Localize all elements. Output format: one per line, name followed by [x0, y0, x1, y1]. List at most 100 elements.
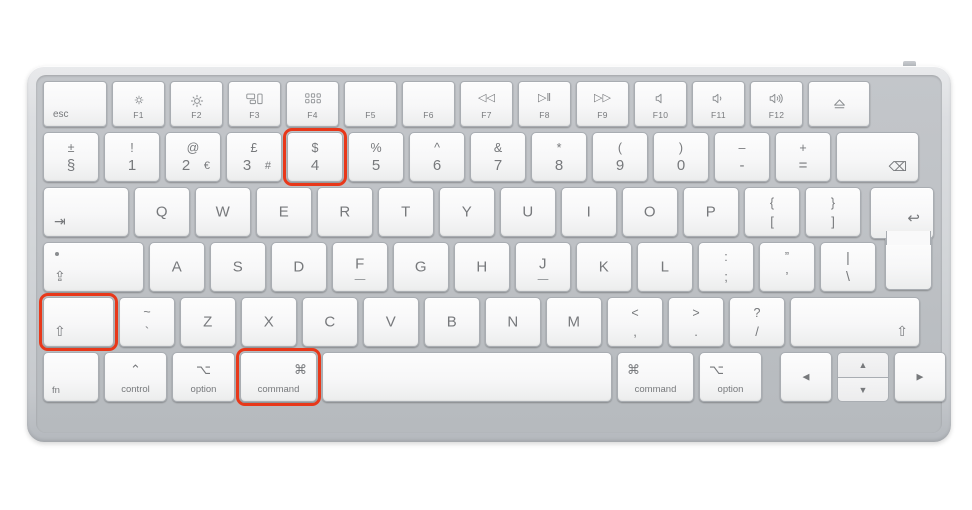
key-1[interactable]: ! 1	[104, 132, 160, 182]
key-6-upper: ^	[434, 141, 440, 156]
key-f9[interactable]: ▷▷ F9	[576, 81, 629, 127]
key-m[interactable]: M	[546, 297, 602, 347]
key-option-left[interactable]: ⌥ option	[172, 352, 235, 402]
key-l-label: L	[660, 258, 670, 276]
key-r[interactable]: R	[317, 187, 373, 237]
key-f6[interactable]: F6	[402, 81, 455, 127]
key-t[interactable]: T	[378, 187, 434, 237]
key-u[interactable]: U	[500, 187, 556, 237]
key-n-label: N	[507, 313, 519, 331]
key-period[interactable]: > .	[668, 297, 724, 347]
key-arrow-up[interactable]: ▲	[837, 352, 889, 377]
key-k[interactable]: K	[576, 242, 632, 292]
key-3[interactable]: £ 3 #	[226, 132, 282, 182]
key-arrow-left[interactable]: ◀	[780, 352, 832, 402]
key-1-upper: !	[130, 141, 134, 156]
key-f4[interactable]: F4	[286, 81, 339, 127]
key-semicolon[interactable]: : ;	[698, 242, 754, 292]
key-0[interactable]: ) 0	[653, 132, 709, 182]
key-f5[interactable]: F5	[344, 81, 397, 127]
key-f1[interactable]: F1	[112, 81, 165, 127]
key-control[interactable]: ⌃ control	[104, 352, 167, 402]
key-delete[interactable]: ⌫	[836, 132, 919, 182]
key-d[interactable]: D	[271, 242, 327, 292]
key-equal[interactable]: + =	[775, 132, 831, 182]
key-i[interactable]: I	[561, 187, 617, 237]
key-q[interactable]: Q	[134, 187, 190, 237]
key-y[interactable]: Y	[439, 187, 495, 237]
key-fn[interactable]: fn	[43, 352, 99, 402]
key-6[interactable]: ^ 6	[409, 132, 465, 182]
key-section[interactable]: ± §	[43, 132, 99, 182]
key-command-left[interactable]: ⌘ command	[236, 348, 321, 406]
key-arrow-updown-pair: ▲ ▼	[837, 352, 889, 402]
key-3-hash: #	[264, 159, 271, 172]
key-5-lower: 5	[371, 156, 381, 174]
key-option-right[interactable]: ⌥ option	[699, 352, 762, 402]
key-f10[interactable]: F10	[634, 81, 687, 127]
key-tab[interactable]: ⇥	[43, 187, 129, 237]
key-arrow-down[interactable]: ▼	[837, 377, 889, 402]
key-2-euro: €	[203, 159, 210, 172]
key-v[interactable]: V	[363, 297, 419, 347]
key-command-right[interactable]: ⌘ command	[617, 352, 694, 402]
key-hyphen[interactable]: – -	[714, 132, 770, 182]
key-fn-label: fn	[52, 384, 60, 396]
key-5[interactable]: % 5	[348, 132, 404, 182]
key-backslash-upper: |	[846, 248, 850, 265]
key-backslash[interactable]: | \	[820, 242, 876, 292]
key-f12-label: F12	[768, 109, 785, 120]
key-shift-right[interactable]: ⇧	[790, 297, 920, 347]
key-p[interactable]: P	[683, 187, 739, 237]
key-grave[interactable]: ~ `	[119, 297, 175, 347]
key-l[interactable]: L	[637, 242, 693, 292]
key-j[interactable]: J	[515, 242, 571, 292]
key-w[interactable]: W	[195, 187, 251, 237]
key-8[interactable]: * 8	[531, 132, 587, 182]
key-e[interactable]: E	[256, 187, 312, 237]
key-2[interactable]: @ 2 €	[165, 132, 221, 182]
key-a-label: A	[171, 258, 183, 276]
key-space[interactable]	[322, 352, 612, 402]
key-7[interactable]: & 7	[470, 132, 526, 182]
key-n[interactable]: N	[485, 297, 541, 347]
key-period-lower: .	[694, 323, 698, 339]
key-arrow-right[interactable]: ▶	[894, 352, 946, 402]
key-slash[interactable]: ? /	[729, 297, 785, 347]
key-z[interactable]: Z	[180, 297, 236, 347]
key-a[interactable]: A	[149, 242, 205, 292]
key-comma[interactable]: < ,	[607, 297, 663, 347]
keyboard-key-well: esc F1 F2 F3 F4 F5 F6 ◁◁ F7 ▷‖ F8 ▷▷ F9 …	[36, 75, 946, 433]
key-m-label: M	[567, 313, 581, 331]
key-f[interactable]: F	[332, 242, 388, 292]
mission-control-icon	[229, 93, 280, 106]
key-f2[interactable]: F2	[170, 81, 223, 127]
fast-forward-icon: ▷▷	[594, 92, 611, 105]
key-f12[interactable]: F12	[750, 81, 803, 127]
key-4[interactable]: $ 4	[283, 128, 347, 186]
key-esc[interactable]: esc	[43, 81, 107, 127]
key-x[interactable]: X	[241, 297, 297, 347]
key-capslock[interactable]: ⇪	[43, 242, 144, 292]
key-eject[interactable]	[808, 81, 870, 127]
key-bracket-left[interactable]: { [	[744, 187, 800, 237]
key-h[interactable]: H	[454, 242, 510, 292]
key-b[interactable]: B	[424, 297, 480, 347]
key-g-label: G	[414, 258, 428, 276]
key-f3[interactable]: F3	[228, 81, 281, 127]
key-9[interactable]: ( 9	[592, 132, 648, 182]
key-g[interactable]: G	[393, 242, 449, 292]
key-bracket-left-upper: {	[769, 196, 775, 211]
key-f11[interactable]: F11	[692, 81, 745, 127]
key-o[interactable]: O	[622, 187, 678, 237]
key-quote[interactable]: ” ’	[759, 242, 815, 292]
key-command-right-label: command	[634, 384, 677, 396]
key-s[interactable]: S	[210, 242, 266, 292]
key-f2-label: F2	[191, 109, 202, 120]
key-bracket-right[interactable]: } ]	[805, 187, 861, 237]
key-c[interactable]: C	[302, 297, 358, 347]
key-f8[interactable]: ▷‖ F8	[518, 81, 571, 127]
key-section-upper: ±	[67, 141, 75, 156]
key-shift-left[interactable]: ⇧	[39, 293, 118, 351]
key-f7[interactable]: ◁◁ F7	[460, 81, 513, 127]
